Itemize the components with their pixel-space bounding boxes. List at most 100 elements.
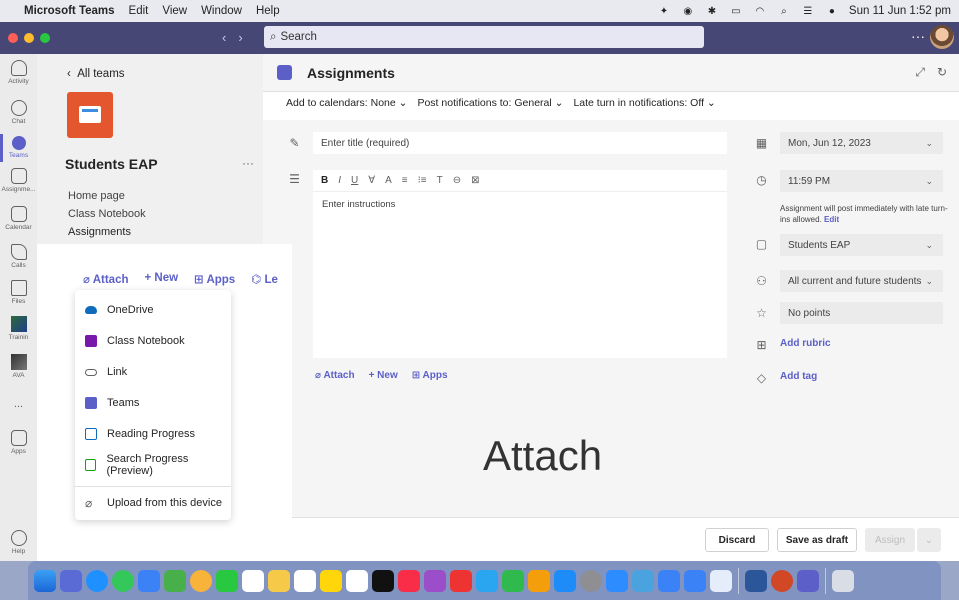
apps-button[interactable]: ⊞ Apps	[412, 370, 448, 381]
word-icon[interactable]	[745, 569, 767, 592]
forward-arrow-icon[interactable]: ›	[238, 30, 242, 45]
music-icon[interactable]	[398, 569, 420, 592]
menu-item-link[interactable]: Link	[75, 358, 231, 386]
bluetooth-icon[interactable]: ✱	[705, 6, 719, 17]
class-select[interactable]: Students EAP ⌄	[780, 234, 943, 256]
rail-calls[interactable]: Calls	[0, 244, 37, 269]
close-window-icon[interactable]	[8, 33, 18, 43]
menu-view[interactable]: View	[162, 5, 187, 17]
assign-dropdown-button[interactable]: ⌄	[917, 528, 941, 552]
podcasts-icon[interactable]	[424, 569, 446, 592]
reminders-icon[interactable]	[294, 569, 316, 592]
safari-icon[interactable]	[86, 569, 108, 592]
keynote-icon[interactable]	[476, 569, 498, 592]
discard-button[interactable]: Discard	[705, 528, 769, 552]
assign-button[interactable]: Assign	[865, 528, 915, 552]
rail-apps[interactable]: Apps	[0, 430, 37, 455]
clear-format-button[interactable]: T	[437, 175, 443, 186]
wifi-icon[interactable]: ◠	[753, 6, 767, 17]
numbers-icon[interactable]	[502, 569, 524, 592]
finder-icon[interactable]	[34, 569, 56, 592]
image-capture-icon[interactable]	[658, 569, 680, 592]
image-button[interactable]: ⊠	[471, 175, 479, 186]
team-logo[interactable]	[67, 92, 113, 138]
zoom-icon[interactable]	[606, 569, 628, 592]
contacts-icon[interactable]	[268, 569, 290, 592]
save-draft-button[interactable]: Save as draft	[777, 528, 857, 552]
due-time-picker[interactable]: 11:59 PM ⌄	[780, 170, 943, 192]
launchpad-icon[interactable]	[60, 569, 82, 592]
link-button[interactable]: ⊖	[453, 175, 461, 186]
late-option-dropdown[interactable]: Late turn in notifications: Off ⌄	[573, 97, 715, 109]
add-rubric-link[interactable]: Add rubric	[780, 338, 831, 349]
app-store-icon[interactable]	[554, 569, 576, 592]
news-icon[interactable]	[450, 569, 472, 592]
freeform-icon[interactable]	[346, 569, 368, 592]
bold-button[interactable]: B	[321, 175, 328, 186]
preview-icon[interactable]	[632, 569, 654, 592]
numbering-button[interactable]: ⁝≡	[418, 175, 427, 186]
more-options-icon[interactable]: ···	[911, 28, 925, 44]
window-app-icon[interactable]	[710, 569, 732, 592]
add-tag-link[interactable]: Add tag	[780, 371, 817, 382]
title-input[interactable]: Enter title (required)	[313, 132, 727, 154]
status-icon[interactable]: ◉	[681, 6, 695, 17]
screenshot-icon[interactable]	[684, 569, 706, 592]
menu-help[interactable]: Help	[256, 5, 280, 17]
dropbox-icon[interactable]: ✦	[657, 6, 671, 17]
rail-calendar[interactable]: Calendar	[0, 206, 37, 231]
rail-chat[interactable]: Chat	[0, 100, 37, 125]
instructions-input[interactable]: Enter instructions	[313, 192, 727, 358]
notes-icon[interactable]	[320, 569, 342, 592]
attach-button[interactable]: ⌀ Attach	[315, 370, 355, 381]
overlay-learning-button[interactable]: ⌬ Le	[251, 272, 278, 286]
menu-window[interactable]: Window	[201, 5, 242, 17]
channel-assignments[interactable]: Assignments	[68, 226, 131, 238]
students-select[interactable]: All current and future students ⌄	[780, 270, 943, 292]
rail-teams[interactable]: Teams	[0, 134, 37, 162]
rail-training[interactable]: Trainin	[0, 316, 37, 341]
calendar-option-dropdown[interactable]: Add to calendars: None ⌄	[286, 97, 407, 109]
minimize-window-icon[interactable]	[24, 33, 34, 43]
overlay-apps-button[interactable]: ⊞ Apps	[194, 272, 235, 286]
font-color-button[interactable]: A	[385, 175, 392, 186]
points-input[interactable]: No points	[780, 302, 943, 324]
battery-icon[interactable]: ▭	[729, 6, 743, 17]
menubar-clock[interactable]: Sun 11 Jun 1:52 pm	[849, 5, 951, 17]
siri-icon[interactable]: ●	[825, 6, 839, 17]
maps-icon[interactable]	[164, 569, 186, 592]
menu-item-reading-progress[interactable]: Reading Progress	[75, 420, 231, 448]
menu-item-search-progress[interactable]: Search Progress (Preview)	[75, 451, 231, 479]
menu-item-class-notebook[interactable]: Class Notebook	[75, 327, 231, 355]
messages-icon[interactable]	[112, 569, 134, 592]
menu-item-onedrive[interactable]: OneDrive	[75, 296, 231, 324]
bullets-button[interactable]: ≡	[402, 175, 408, 186]
control-center-icon[interactable]: ☰	[801, 6, 815, 17]
channel-class-notebook[interactable]: Class Notebook	[68, 208, 146, 220]
team-more-icon[interactable]: ···	[242, 156, 254, 170]
overlay-new-button[interactable]: + New	[144, 272, 178, 286]
pages-icon[interactable]	[528, 569, 550, 592]
mail-icon[interactable]	[138, 569, 160, 592]
edit-link[interactable]: Edit	[824, 215, 839, 224]
photos-icon[interactable]	[190, 569, 212, 592]
refresh-icon[interactable]: ↻	[937, 65, 947, 80]
facetime-icon[interactable]	[216, 569, 238, 592]
spotlight-icon[interactable]: ⌕	[777, 6, 791, 17]
calendar-app-icon[interactable]	[242, 569, 264, 592]
teams-dock-icon[interactable]	[797, 569, 819, 592]
rail-more[interactable]: ...	[0, 398, 37, 410]
avatar[interactable]	[930, 25, 954, 49]
expand-icon[interactable]: ⤢	[915, 65, 925, 80]
notification-option-dropdown[interactable]: Post notifications to: General ⌄	[417, 97, 563, 109]
rail-files[interactable]: Files	[0, 280, 37, 305]
due-date-picker[interactable]: Mon, Jun 12, 2023 ⌄	[780, 132, 943, 154]
rail-assignments[interactable]: Assignme...	[0, 168, 37, 193]
trash-icon[interactable]	[832, 569, 854, 592]
search-input[interactable]: ⌕ Search	[264, 26, 704, 48]
zoom-window-icon[interactable]	[40, 33, 50, 43]
italic-button[interactable]: I	[338, 175, 341, 186]
tv-icon[interactable]	[372, 569, 394, 592]
underline-button[interactable]: U	[351, 175, 358, 186]
new-button[interactable]: + New	[369, 370, 398, 381]
